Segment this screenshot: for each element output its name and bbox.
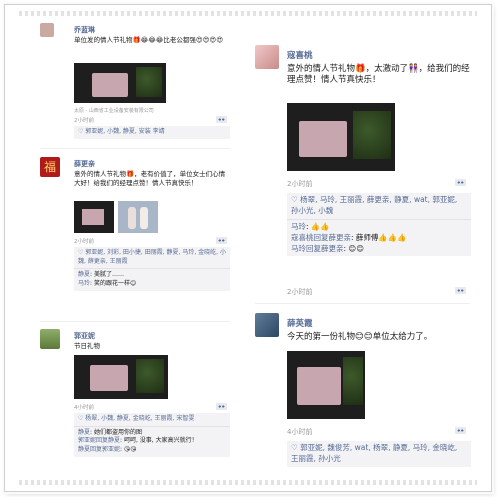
post-photo[interactable] (287, 103, 395, 171)
post-divider (255, 303, 470, 304)
moment-post: 寇喜桃 意外的情人节礼物🎁，太激动了👭，给我们的经理点赞！情人节真快乐！ 2小时… (255, 45, 471, 300)
comment[interactable]: 静夏: 美腻了…… (78, 271, 226, 280)
post-text: 意外的情人节礼物🎁，太激动了👭，给我们的经理点赞！情人节真快乐！ (287, 64, 470, 86)
moment-post: 福 薛更亲 意外的情人节礼物🎁，老有价值了，单位女士们心情大好！给我们的经理点赞… (40, 157, 230, 317)
post-text: 单位发的情人节礼物🎁😂😂😂比老公都强😍😍😍😍 (74, 36, 223, 44)
top-edge (19, 11, 477, 16)
comment[interactable]: 郭亚妮回复静夏: 呵呵, 没事, 大家高兴就行！ (78, 437, 226, 446)
moment-post: 乔蓝琳 单位发的情人节礼物🎁😂😂😂比老公都强😍😍😍😍 太原 · 山西省工业设备安… (40, 23, 230, 153)
post-text: 意外的情人节礼物🎁，老有价值了，单位女士们心情大好！给我们的经理点赞！情人节真快… (74, 170, 226, 187)
comment[interactable]: 马玲: 👍👍 (291, 222, 467, 233)
comment[interactable]: 静夏回复郭亚妮: 😘😘 (78, 446, 226, 455)
location-text[interactable]: 太原 · 山西省工业设备安装有限公司 (74, 107, 154, 114)
likes-list: ♡ 杨翠, 马玲, 王丽霞, 薛更亲, 静夏, wat, 郭亚妮, 孙小光, 小… (291, 195, 458, 215)
likes-comments-box: ♡ 郭亚妮, 刘彩, 田小捷, 田丽霞, 静夏, 马玲, 金晓屹, 小魏, 薛更… (74, 247, 230, 291)
moment-post: 郭亚妮 节日礼物 4小时前 ♡ 杨翠, 小魏, 静夏, 金晓屹, 王丽霞, 宋智… (40, 329, 230, 489)
likes-comments-box: ♡ 杨翠, 小魏, 静夏, 金晓屹, 王丽霞, 宋智雯 静夏: 她们都盗用你的图… (74, 413, 230, 457)
poster-name[interactable]: 薛更亲 (74, 159, 95, 169)
more-dots-icon[interactable] (455, 427, 466, 434)
avatar[interactable] (255, 313, 279, 337)
post-photo[interactable] (118, 201, 158, 233)
moment-post: 薛英霞 今天的第一份礼物😊😊单位太给力了。 4小时前 ♡ 郭亚妮, 魏俊芳, w… (255, 313, 471, 493)
right-feed: 寇喜桃 意外的情人节礼物🎁，太激动了👭，给我们的经理点赞！情人节真快乐！ 2小时… (255, 45, 471, 493)
avatar[interactable]: 福 (40, 157, 60, 177)
avatar[interactable] (255, 45, 279, 69)
post-divider (40, 321, 230, 322)
likes-list: ♡ 郭亚妮, 刘彩, 田小捷, 田丽霞, 静夏, 马玲, 金晓屹, 小魏, 薛更… (78, 249, 226, 265)
likes-list: ♡ 郭亚妮, 小魏, 静夏, 安装 李靖 (74, 126, 230, 139)
likes-comments-box: ♡ 杨翠, 马玲, 王丽霞, 薛更亲, 静夏, wat, 郭亚妮, 孙小光, 小… (287, 193, 471, 257)
post-time: 2小时前 (74, 118, 94, 124)
poster-name[interactable]: 郭亚妮 (74, 331, 95, 341)
post-photo[interactable] (287, 351, 365, 419)
post-time: 2小时前 (287, 180, 313, 188)
more-dots-icon[interactable] (455, 287, 466, 294)
post-time: 4小时前 (74, 405, 94, 411)
likes-list: ♡ 郭亚妮, 魏俊芳, wat, 杨翠, 静夏, 马玲, 金晓屹, 王丽霞, 孙… (287, 441, 471, 467)
post-photo[interactable] (74, 201, 114, 233)
likes-list: ♡ 杨翠, 小魏, 静夏, 金晓屹, 王丽霞, 宋智雯 (78, 415, 195, 422)
avatar[interactable] (40, 23, 54, 37)
more-dots-icon[interactable] (455, 179, 466, 186)
poster-name[interactable]: 寇喜桃 (287, 49, 313, 61)
post-text: 节日礼物 (74, 342, 100, 350)
post-time-footer: 2小时前 (287, 288, 313, 296)
post-text: 今天的第一份礼物😊😊单位太给力了。 (287, 332, 433, 342)
post-photo[interactable] (74, 63, 166, 103)
left-feed: 乔蓝琳 单位发的情人节礼物🎁😂😂😂比老公都强😍😍😍😍 太原 · 山西省工业设备安… (40, 23, 230, 491)
more-dots-icon[interactable] (216, 237, 227, 244)
more-dots-icon[interactable] (216, 403, 227, 410)
poster-name[interactable]: 薛英霞 (287, 317, 313, 329)
post-photo[interactable] (74, 355, 168, 399)
poster-name[interactable]: 乔蓝琳 (74, 25, 95, 35)
comment[interactable]: 马玲: 笑的跟花一样😊 (78, 280, 226, 289)
post-time: 2小时前 (74, 239, 94, 245)
more-dots-icon[interactable] (216, 116, 227, 123)
post-time: 4小时前 (287, 428, 313, 436)
collage-frame: 乔蓝琳 单位发的情人节礼物🎁😂😂😂比老公都强😍😍😍😍 太原 · 山西省工业设备安… (4, 4, 492, 492)
post-divider (40, 148, 230, 149)
comment[interactable]: 马玲回复薛更亲: 😊😊 (291, 244, 467, 255)
comment[interactable]: 寇喜桃回复薛更亲: 薛师傅👍👍👍 (291, 233, 467, 244)
avatar[interactable] (40, 329, 60, 349)
